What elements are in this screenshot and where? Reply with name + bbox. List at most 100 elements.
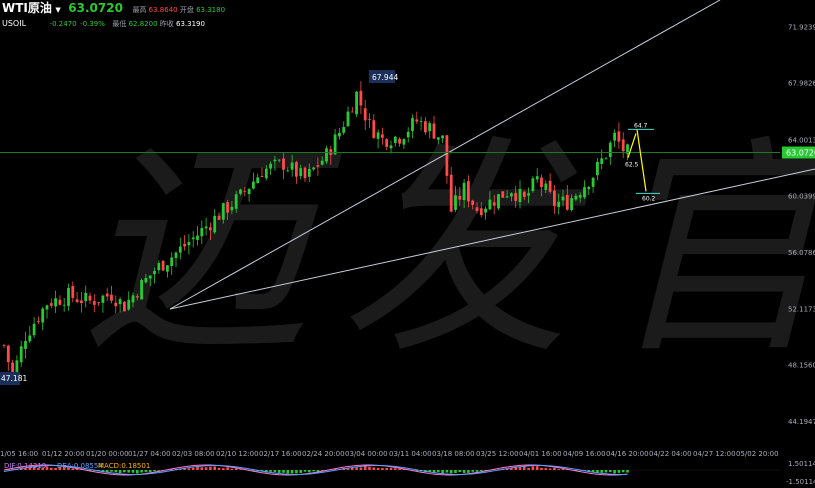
candle-body — [153, 270, 156, 275]
candle-body — [492, 202, 496, 206]
candle-body — [596, 161, 599, 176]
macd-bar — [557, 469, 560, 470]
candle-body — [406, 131, 410, 138]
candle-body — [381, 134, 384, 138]
candle-body — [411, 118, 414, 131]
macd-bar — [621, 470, 625, 473]
macd-tick-top: 1.50114 — [788, 460, 815, 468]
candle-body — [187, 242, 191, 246]
y-tick-label: 52.1173 — [788, 305, 815, 313]
candle-body — [54, 298, 57, 307]
candle-body — [518, 189, 522, 203]
x-tick-label: 02/03 08:00 — [172, 450, 215, 458]
macd-bar — [217, 467, 221, 470]
candle-body — [92, 301, 96, 305]
high-label: 最高 — [132, 6, 147, 14]
macd-bar — [230, 468, 234, 470]
macd-bar — [273, 470, 277, 473]
x-tick-label: 1/05 16:00 — [0, 450, 38, 458]
candle-body — [84, 292, 88, 301]
x-tick-label: 03/11 04:00 — [389, 450, 432, 458]
macd-bar — [127, 470, 130, 473]
y-tick-label: 60.0399 — [788, 193, 815, 201]
candle-body — [217, 215, 221, 220]
x-tick-label: 01/27 04:00 — [128, 450, 171, 458]
candle-body — [135, 296, 139, 298]
candle-body — [342, 127, 346, 133]
candle-body — [432, 123, 436, 139]
candle-body — [368, 118, 371, 120]
candle-body — [101, 295, 105, 303]
candle-body — [312, 167, 315, 170]
macd-bar — [290, 470, 294, 474]
candle-body — [604, 157, 608, 159]
caret-down-icon[interactable]: ▼ — [55, 6, 60, 14]
macd-bar — [191, 467, 195, 470]
candle-body — [497, 194, 500, 209]
macd-bar — [144, 470, 148, 473]
macd-bar — [372, 467, 376, 470]
macd-bar — [114, 470, 118, 473]
x-tick-label: 04/01 16:00 — [519, 450, 562, 458]
candle-body — [243, 190, 247, 192]
candle-body — [428, 123, 432, 132]
macd-bar — [600, 470, 603, 473]
candle-body — [290, 162, 294, 170]
macd-bar — [548, 468, 552, 470]
y-tick-label: 71.9239 — [788, 24, 815, 32]
price-chart[interactable]: 迈发官71.923967.982664.001360.039956.078652… — [0, 0, 815, 488]
x-tick-label: 04/09 16:00 — [563, 450, 606, 458]
candle-body — [393, 136, 397, 143]
macd-bar — [437, 470, 440, 473]
candle-body — [230, 206, 234, 211]
open-value: 63.3180 — [196, 6, 226, 14]
candle-body — [67, 287, 70, 306]
candle-body — [514, 192, 518, 201]
candle-body — [170, 257, 174, 266]
candle-body — [385, 139, 389, 147]
symbol-name[interactable]: WTI原油 — [2, 1, 52, 15]
candle-body — [578, 195, 582, 198]
candle-body — [600, 158, 604, 164]
y-tick-label: 48.1560 — [788, 362, 815, 370]
macd-bar — [480, 470, 483, 471]
macd-value-label: MACD:0.18501 — [98, 462, 150, 470]
macd-bar — [462, 470, 466, 474]
macd-bar — [351, 467, 354, 470]
macd-tick-bottom: -1.50114 — [786, 478, 815, 486]
macd-dif-label: DIF:0.14319 — [4, 462, 46, 470]
candle-body — [269, 163, 272, 169]
candle-body — [454, 195, 457, 210]
candle-body — [282, 158, 285, 170]
macd-bar — [299, 470, 302, 473]
max-label: 67.944 — [372, 73, 398, 82]
macd-bar — [200, 467, 204, 470]
candle-body — [488, 199, 492, 210]
macd-bar — [553, 467, 556, 470]
prev-close-label: 昨收 — [159, 20, 174, 28]
candle-body — [363, 108, 367, 121]
macd-bar — [544, 468, 548, 470]
candle-body — [501, 191, 505, 198]
candle-body — [127, 299, 131, 310]
candle-body — [32, 323, 36, 336]
candle-body — [191, 237, 195, 240]
macd-bar — [346, 468, 350, 470]
candle-body — [178, 246, 182, 253]
candle-body — [522, 191, 526, 197]
candle-body — [376, 132, 380, 139]
macd-bar — [613, 470, 616, 474]
current-price-tag-label: 63.0720 — [786, 149, 815, 158]
macd-bar — [209, 466, 212, 470]
candle-body — [114, 302, 118, 307]
macd-bar — [222, 468, 225, 470]
candle-body — [471, 200, 475, 206]
annot-label-high: 64.7 — [634, 122, 648, 129]
macd-bar — [277, 470, 281, 473]
candle-body — [213, 215, 217, 233]
x-tick-label: 04/27 12:00 — [693, 450, 736, 458]
macd-bar — [239, 469, 242, 470]
macd-bar — [561, 469, 565, 470]
x-tick-label: 03/18 08:00 — [432, 450, 475, 458]
candle-body — [307, 168, 311, 177]
